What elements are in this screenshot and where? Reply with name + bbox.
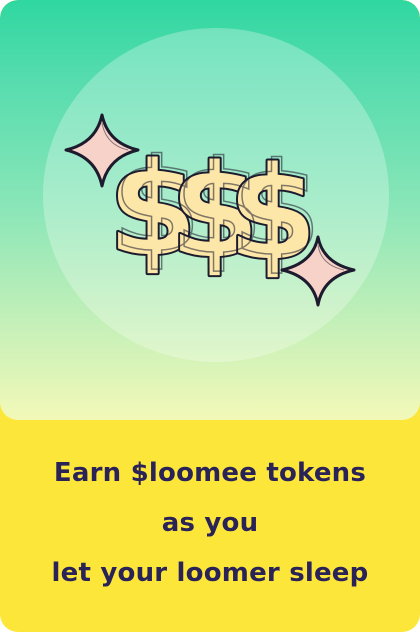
svg-text:$: $ xyxy=(232,136,321,285)
reward-caption: Earn $loomee tokens as you let your loom… xyxy=(0,448,420,598)
caption-line-3: let your loomer sleep xyxy=(51,558,369,588)
caption-line-2: as you xyxy=(161,508,259,538)
caption-line-1: Earn $loomee tokens xyxy=(53,458,367,488)
reward-card: $ $ $ $ $ $ Earn $loomee tokens as you l… xyxy=(0,0,420,632)
dollar-signs-icon: $ $ $ $ $ $ xyxy=(64,113,356,307)
hero-illustration: $ $ $ $ $ $ xyxy=(0,0,420,420)
